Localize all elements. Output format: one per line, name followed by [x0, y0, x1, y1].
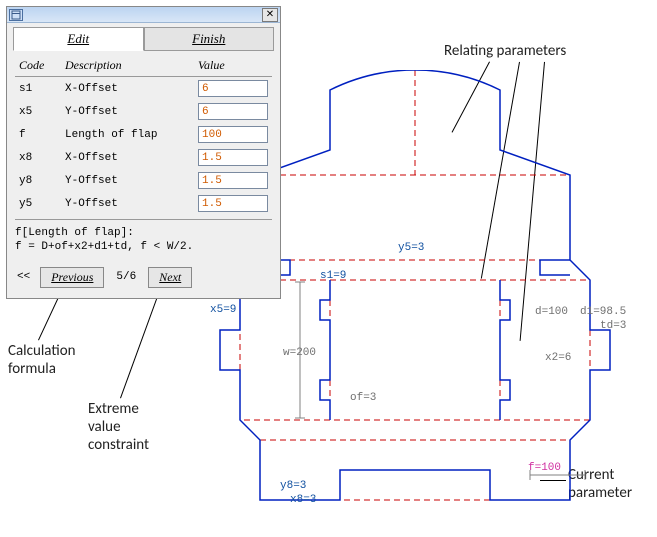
- dim-td: td=3: [600, 320, 626, 332]
- first-button[interactable]: <<: [15, 271, 32, 283]
- dim-f: f=100: [528, 462, 561, 474]
- annotation-relating: Relating parameters: [444, 42, 566, 60]
- cell-code: y5: [15, 198, 65, 210]
- cell-desc: X-Offset: [65, 83, 198, 95]
- header-code: Code: [15, 58, 65, 73]
- table-row: s1 X-Offset: [15, 77, 272, 100]
- dim-of: of=3: [350, 392, 376, 404]
- value-input-y5[interactable]: [198, 195, 268, 212]
- cell-desc: Y-Offset: [65, 198, 198, 210]
- table-row: f Length of flap: [15, 123, 272, 146]
- table-row: y5 Y-Offset: [15, 192, 272, 215]
- header-desc: Description: [65, 58, 198, 73]
- dim-x2: x2=6: [545, 352, 571, 364]
- value-input-x5[interactable]: [198, 103, 268, 120]
- value-input-y8[interactable]: [198, 172, 268, 189]
- previous-button[interactable]: Previous: [40, 267, 104, 288]
- tab-strip: Edit Finish: [7, 23, 280, 51]
- cell-desc: Length of flap: [65, 129, 198, 141]
- tab-finish[interactable]: Finish: [144, 27, 275, 51]
- cell-code: x5: [15, 106, 65, 118]
- table-row: y8 Y-Offset: [15, 169, 272, 192]
- dim-d1: d1=98.5: [580, 306, 626, 318]
- value-input-f[interactable]: [198, 126, 268, 143]
- cell-desc: X-Offset: [65, 152, 198, 164]
- divider: [15, 219, 272, 220]
- dim-s1: s1=9: [320, 270, 346, 282]
- value-input-s1[interactable]: [198, 80, 268, 97]
- parameter-dialog: ✕ Edit Finish Code Description Value s1 …: [6, 6, 281, 299]
- title-bar: ✕: [7, 7, 280, 23]
- table-row: x5 Y-Offset: [15, 100, 272, 123]
- cell-code: y8: [15, 175, 65, 187]
- value-input-x8[interactable]: [198, 149, 268, 166]
- dim-y8: y8=3: [280, 480, 306, 492]
- formula-body: f = D+of+x2+d1+td, f < W/2.: [15, 241, 193, 253]
- dim-y5: y5=3: [398, 242, 424, 254]
- page-indicator: 5/6: [116, 271, 136, 283]
- dim-x5: x5=9: [210, 304, 236, 316]
- annotation-calc: Calculation formula: [8, 342, 76, 378]
- formula-title: f[Length of flap]:: [15, 227, 134, 239]
- next-button[interactable]: Next: [148, 267, 192, 288]
- cell-code: f: [15, 129, 65, 141]
- dim-x8: x8=3: [290, 494, 316, 506]
- window-icon: [9, 9, 23, 21]
- nav-row: << Previous 5/6 Next: [7, 261, 280, 298]
- cell-desc: Y-Offset: [65, 106, 198, 118]
- close-button[interactable]: ✕: [262, 8, 278, 22]
- grid-header: Code Description Value: [15, 55, 272, 77]
- parameter-grid: Code Description Value s1 X-Offset x5 Y-…: [7, 51, 280, 217]
- tab-edit[interactable]: Edit: [13, 27, 144, 51]
- table-row: x8 X-Offset: [15, 146, 272, 169]
- cell-code: s1: [15, 83, 65, 95]
- annotation-extreme: Extreme value constraint: [88, 400, 149, 454]
- header-value: Value: [198, 58, 272, 73]
- cell-code: x8: [15, 152, 65, 164]
- dim-w: w=200: [283, 347, 316, 359]
- cell-desc: Y-Offset: [65, 175, 198, 187]
- dim-d: d=100: [535, 306, 568, 318]
- formula-text: f[Length of flap]: f = D+of+x2+d1+td, f …: [7, 224, 280, 261]
